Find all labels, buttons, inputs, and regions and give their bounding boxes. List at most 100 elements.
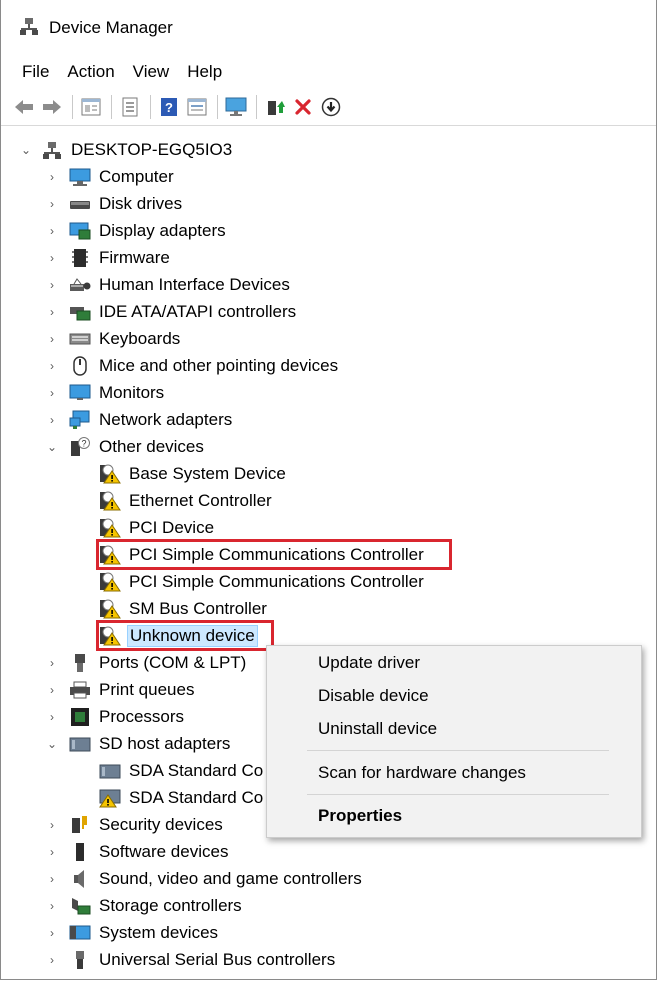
speaker-icon [69, 868, 91, 890]
tree-item-firmware[interactable]: › Firmware [45, 244, 172, 271]
tree-item-computer[interactable]: › Computer [45, 163, 176, 190]
tree-child-label: SDA Standard Co [129, 787, 264, 807]
tree-child-pci-device[interactable]: PCI Device [99, 514, 216, 541]
tree-item-label: Print queues [99, 679, 195, 699]
chevron-right-icon[interactable]: › [45, 413, 59, 427]
chevron-right-icon[interactable]: › [45, 845, 59, 859]
back-icon[interactable] [11, 94, 37, 120]
chevron-right-icon[interactable]: › [45, 251, 59, 265]
warning-device-icon [99, 463, 121, 485]
toolbar-separator [256, 94, 257, 119]
tree-item-disk-drives[interactable]: › Disk drives [45, 190, 184, 217]
tree-item-security-devices[interactable]: › Security devices [45, 811, 225, 838]
tree-item-display-adapters[interactable]: › Display adapters [45, 217, 228, 244]
toolbar-separator [217, 94, 218, 119]
chevron-right-icon[interactable]: › [45, 926, 59, 940]
tree-child-sda-standard-2[interactable]: SDA Standard Co [99, 784, 265, 811]
device-tree: ⌄ DESKTOP-EGQ5IO3 › Computer › Disk driv… [1, 126, 656, 979]
tree-item-label: Software devices [99, 841, 229, 861]
tree-item-ide-controllers[interactable]: › IDE ATA/ATAPI controllers [45, 298, 298, 325]
tree-item-keyboards[interactable]: › Keyboards [45, 325, 182, 352]
toolbar: ? [1, 88, 656, 126]
chevron-right-icon[interactable]: › [45, 818, 59, 832]
tree-child-label: SDA Standard Co [129, 760, 264, 780]
menu-item-disable-device[interactable]: Disable device [267, 681, 641, 711]
menu-view[interactable]: View [124, 60, 179, 84]
chevron-right-icon[interactable]: › [45, 224, 59, 238]
tree-item-storage-controllers[interactable]: › Storage controllers [45, 892, 244, 919]
tree-child-pci-simple-comm-controller-2[interactable]: PCI Simple Communications Controller [99, 568, 426, 595]
uninstall-icon[interactable] [290, 94, 316, 120]
menu-help[interactable]: Help [178, 60, 231, 84]
firmware-icon [69, 247, 91, 269]
hid-icon [69, 274, 91, 296]
tree-child-unknown-device[interactable]: Unknown device [99, 622, 258, 649]
system-device-icon [69, 922, 91, 944]
tree-child-pci-simple-comm-controller-1[interactable]: PCI Simple Communications Controller [99, 541, 426, 568]
chevron-right-icon[interactable]: › [45, 710, 59, 724]
chevron-right-icon[interactable]: › [45, 683, 59, 697]
help-icon[interactable]: ? [156, 94, 182, 120]
disk-drive-icon [69, 193, 91, 215]
show-hide-icon[interactable] [117, 94, 143, 120]
tree-item-print-queues[interactable]: › Print queues [45, 676, 196, 703]
menu-file[interactable]: File [13, 60, 58, 84]
chevron-right-icon[interactable]: › [45, 197, 59, 211]
tree-item-label: Other devices [99, 436, 204, 456]
monitor-icon[interactable] [223, 94, 249, 120]
tree-root[interactable]: ⌄ DESKTOP-EGQ5IO3 [19, 136, 234, 163]
warning-device-icon [99, 517, 121, 539]
tree-item-label: Display adapters [99, 220, 226, 240]
menu-action[interactable]: Action [58, 60, 123, 84]
software-device-icon [69, 841, 91, 863]
tree-item-system-devices[interactable]: › System devices [45, 919, 220, 946]
tree-child-base-system-device[interactable]: Base System Device [99, 460, 288, 487]
view-icon[interactable] [184, 94, 210, 120]
tree-item-monitors[interactable]: › Monitors [45, 379, 166, 406]
tree-item-software-devices[interactable]: › Software devices [45, 838, 230, 865]
tree-child-label: SM Bus Controller [129, 598, 267, 618]
chevron-right-icon[interactable]: › [45, 359, 59, 373]
chevron-right-icon[interactable]: › [45, 899, 59, 913]
chevron-right-icon[interactable]: › [45, 872, 59, 886]
tree-item-other-devices[interactable]: ⌄ ? Other devices [45, 433, 206, 460]
toolbar-separator [150, 94, 151, 119]
tree-item-network-adapters[interactable]: › Network adapters [45, 406, 234, 433]
chevron-right-icon[interactable]: › [45, 305, 59, 319]
update-driver-icon[interactable] [262, 94, 288, 120]
menu-item-uninstall-device[interactable]: Uninstall device [267, 714, 641, 744]
processor-icon [69, 706, 91, 728]
enable-device-icon[interactable] [318, 94, 344, 120]
monitor-icon [69, 382, 91, 404]
chevron-down-icon[interactable]: ⌄ [45, 440, 59, 454]
tree-child-sda-standard-1[interactable]: SDA Standard Co [99, 757, 265, 784]
tree-child-sm-bus-controller[interactable]: SM Bus Controller [99, 595, 269, 622]
tree-item-processors[interactable]: › Processors [45, 703, 186, 730]
tree-item-human-interface-devices[interactable]: › Human Interface Devices [45, 271, 292, 298]
tree-item-mice[interactable]: › Mice and other pointing devices [45, 352, 340, 379]
computer-root-icon [41, 139, 63, 161]
chevron-right-icon[interactable]: › [45, 386, 59, 400]
menu-item-scan-hardware[interactable]: Scan for hardware changes [267, 758, 641, 788]
chevron-right-icon[interactable]: › [45, 656, 59, 670]
tree-item-sound-video-game[interactable]: › Sound, video and game controllers [45, 865, 364, 892]
toolbar-separator [111, 94, 112, 119]
chevron-down-icon[interactable]: ⌄ [19, 143, 33, 157]
tree-item-sd-host-adapters[interactable]: ⌄ SD host adapters [45, 730, 232, 757]
tree-child-ethernet-controller[interactable]: Ethernet Controller [99, 487, 274, 514]
forward-icon[interactable] [39, 94, 65, 120]
tree-item-usb-controllers[interactable]: › Universal Serial Bus controllers [45, 946, 337, 973]
chevron-down-icon[interactable]: ⌄ [45, 737, 59, 751]
chevron-right-icon[interactable]: › [45, 170, 59, 184]
tree-item-ports[interactable]: › Ports (COM & LPT) [45, 649, 248, 676]
properties-icon[interactable] [78, 94, 104, 120]
title-bar: Device Manager [1, 0, 656, 56]
port-icon [69, 652, 91, 674]
chevron-right-icon[interactable]: › [45, 953, 59, 967]
menu-item-properties[interactable]: Properties [267, 801, 641, 831]
tree-item-label: Storage controllers [99, 895, 242, 915]
warning-device-icon [99, 625, 121, 647]
chevron-right-icon[interactable]: › [45, 278, 59, 292]
chevron-right-icon[interactable]: › [45, 332, 59, 346]
menu-item-update-driver[interactable]: Update driver [267, 648, 641, 678]
